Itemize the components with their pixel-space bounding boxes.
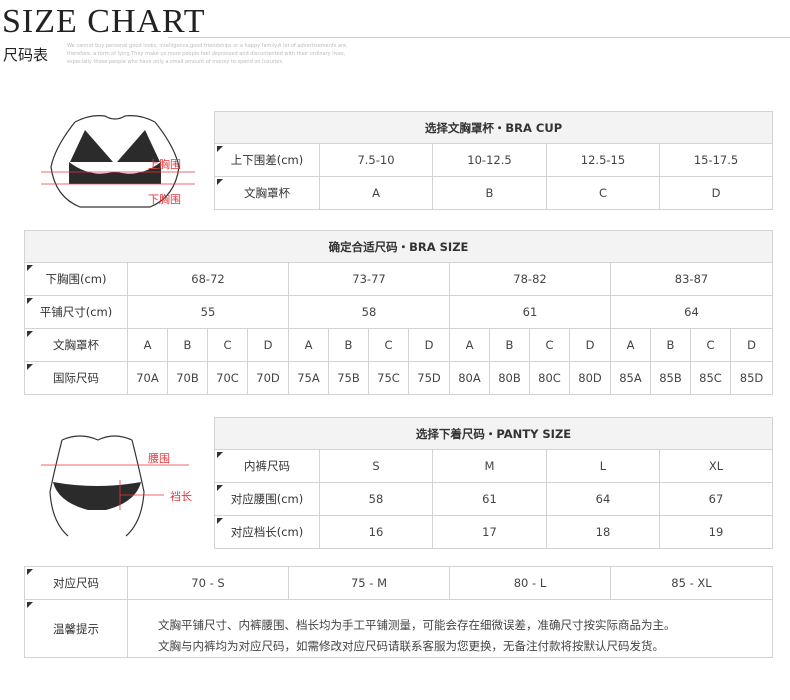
table-cell: 18 xyxy=(546,515,660,549)
row-label: 下胸围(cm) xyxy=(24,262,128,296)
row-label: 上下围差(cm) xyxy=(214,143,320,177)
table-cell: 61 xyxy=(449,295,611,329)
table-cell: 17 xyxy=(432,515,547,549)
table-cell: 58 xyxy=(288,295,450,329)
table-cell: 64 xyxy=(546,482,660,516)
table-cell: 61 xyxy=(432,482,547,516)
table-cell: 85B xyxy=(650,361,691,395)
table-cell: C xyxy=(546,176,660,210)
table-cell: XL xyxy=(659,449,773,483)
table-cell: 80B xyxy=(489,361,530,395)
panty-size-table: 选择下着尺码・PANTY SIZE 内裤尺码 S M L XL 对应腰围(cm)… xyxy=(214,417,773,549)
table-cell: C xyxy=(690,328,731,362)
waist-label: 腰围 xyxy=(148,452,170,465)
table-cell: M xyxy=(432,449,547,483)
table-cell: C xyxy=(368,328,409,362)
table-cell: S xyxy=(319,449,433,483)
table-cell: 68-72 xyxy=(127,262,289,296)
page-title: SIZE CHART xyxy=(2,3,206,40)
table-cell: 75A xyxy=(288,361,329,395)
table-cell: D xyxy=(658,176,774,210)
table-cell: 85C xyxy=(690,361,731,395)
table-cell: A xyxy=(288,328,329,362)
tip-note-2: 文胸与内裤均为对应尺码，如需修改对应尺码请联系客服为您更换，无备注付款将按默认尺… xyxy=(158,639,664,653)
table-cell: 80A xyxy=(449,361,490,395)
bra-size-table: 确定合适尺码・BRA SIZE 下胸围(cm) 68-72 73-77 78-8… xyxy=(24,230,773,395)
row-label: 对应腰围(cm) xyxy=(214,482,320,516)
table-cell: D xyxy=(569,328,611,362)
table-cell: 80C xyxy=(529,361,570,395)
table-cell: D xyxy=(247,328,289,362)
table-cell: B xyxy=(328,328,369,362)
bra-cup-table: 选择文胸罩杯・BRA CUP 上下围差(cm) 7.5-10 10-12.5 1… xyxy=(213,111,774,210)
row-label: 温馨提示 xyxy=(24,599,128,658)
table-cell: A xyxy=(610,328,651,362)
table-cell: L xyxy=(546,449,660,483)
table-cell: 85 - XL xyxy=(610,566,773,600)
table-cell: A xyxy=(319,176,433,210)
table-cell: 85A xyxy=(610,361,651,395)
row-label: 文胸罩杯 xyxy=(24,328,128,362)
table-cell: A xyxy=(449,328,490,362)
row-label: 国际尺码 xyxy=(24,361,128,395)
row-label: 文胸罩杯 xyxy=(214,176,320,210)
table-cell: 70C xyxy=(207,361,248,395)
table-cell: 19 xyxy=(659,515,773,549)
table-cell: B xyxy=(167,328,208,362)
table-cell: 70 - S xyxy=(127,566,289,600)
table-cell: 80D xyxy=(569,361,611,395)
table-cell: 64 xyxy=(610,295,773,329)
panty-size-header: 选择下着尺码・PANTY SIZE xyxy=(214,417,773,450)
table-cell: C xyxy=(207,328,248,362)
upper-bust-label: 上胸围 xyxy=(148,158,181,171)
panty-mannequin-illustration xyxy=(41,435,189,537)
under-bust-label: 下胸围 xyxy=(148,193,181,206)
table-cell: 12.5-15 xyxy=(546,143,660,177)
table-cell: 58 xyxy=(319,482,433,516)
table-cell: 70B xyxy=(167,361,208,395)
table-cell: D xyxy=(730,328,773,362)
table-cell: B xyxy=(489,328,530,362)
table-cell: 16 xyxy=(319,515,433,549)
table-cell: 73-77 xyxy=(288,262,450,296)
table-cell: 10-12.5 xyxy=(432,143,547,177)
table-cell: 70D xyxy=(247,361,289,395)
table-cell: 78-82 xyxy=(449,262,611,296)
table-cell: 7.5-10 xyxy=(319,143,433,177)
bra-cup-header: 选择文胸罩杯・BRA CUP xyxy=(213,111,774,144)
table-cell: B xyxy=(432,176,547,210)
table-cell: 75B xyxy=(328,361,369,395)
table-cell: 83-87 xyxy=(610,262,773,296)
table-cell: C xyxy=(529,328,570,362)
table-cell: 75D xyxy=(408,361,450,395)
row-label: 平铺尺寸(cm) xyxy=(24,295,128,329)
row-label: 对应档长(cm) xyxy=(214,515,320,549)
table-cell: D xyxy=(408,328,450,362)
tip-note-1: 文胸平铺尺寸、内裤腰围、档长均为手工平铺测量，可能会存在细微误差，准确尺寸按实际… xyxy=(158,618,676,632)
table-cell: A xyxy=(127,328,168,362)
table-cell: B xyxy=(650,328,691,362)
table-cell: 75 - M xyxy=(288,566,450,600)
table-cell: 55 xyxy=(127,295,289,329)
bra-size-header: 确定合适尺码・BRA SIZE xyxy=(24,230,773,263)
rise-label: 裆长 xyxy=(170,490,192,503)
table-cell: 85D xyxy=(730,361,773,395)
table-cell: 80 - L xyxy=(449,566,611,600)
row-label: 对应尺码 xyxy=(24,566,128,600)
table-cell: 15-17.5 xyxy=(658,143,774,177)
title-divider xyxy=(168,37,790,38)
row-label: 内裤尺码 xyxy=(214,449,320,483)
page-subtitle: 尺码表 xyxy=(3,46,49,64)
header-blurb: We cannot buy personal good looks, intel… xyxy=(67,43,348,65)
table-cell: 75C xyxy=(368,361,409,395)
table-cell: 70A xyxy=(127,361,168,395)
table-cell: 67 xyxy=(659,482,773,516)
